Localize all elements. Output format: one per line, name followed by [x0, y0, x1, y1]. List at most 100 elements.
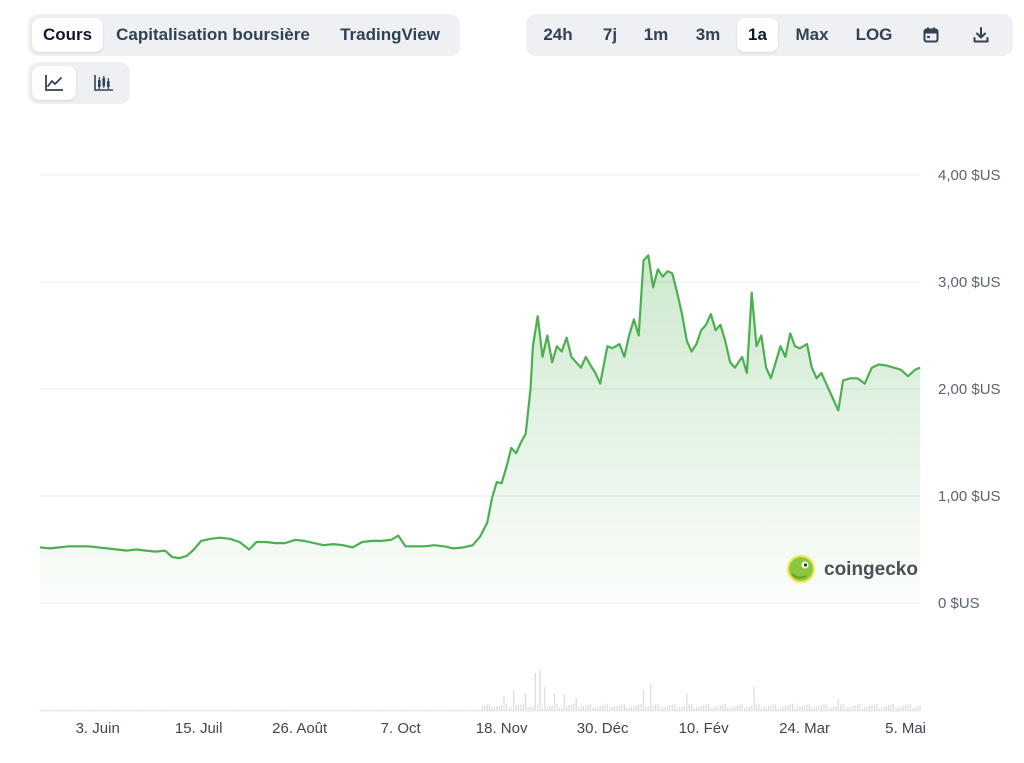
volume-bar	[416, 709, 419, 711]
volume-bar	[715, 706, 717, 711]
volume-bar	[186, 709, 188, 711]
volume-bar	[811, 708, 813, 711]
volume-bar	[695, 707, 697, 711]
volume-bar	[755, 704, 758, 711]
volume-bar	[917, 706, 919, 711]
volume-bar	[383, 709, 385, 711]
volume-bar	[751, 705, 753, 711]
volume-bar	[106, 709, 108, 711]
volume-bar	[347, 709, 349, 711]
volume-bar	[378, 709, 380, 711]
volume-bar	[662, 707, 664, 711]
volume-bar	[183, 709, 185, 711]
volume-bar	[544, 687, 546, 711]
volume-bar	[563, 694, 565, 711]
volume-bar	[880, 707, 883, 711]
volume-bar	[63, 709, 65, 711]
volume-bar	[835, 705, 837, 711]
volume-bar	[813, 707, 815, 711]
volume-bar	[606, 703, 608, 711]
volume-bar	[428, 709, 431, 711]
volume-bar	[97, 709, 99, 711]
volume-bar	[166, 709, 168, 711]
volume-bar	[58, 709, 60, 711]
volume-bar	[743, 708, 746, 711]
volume-bar	[496, 706, 498, 711]
volume-bar	[895, 708, 897, 711]
volume-bar	[361, 709, 363, 711]
volume-bar	[844, 708, 847, 711]
volume-bar	[698, 706, 700, 711]
volume-bar	[529, 706, 532, 711]
volume-bar	[484, 705, 486, 711]
volume-bar	[154, 709, 156, 711]
volume-bar	[912, 708, 914, 711]
volume-bar	[376, 709, 378, 711]
volume-bar	[315, 709, 318, 711]
volume-bar	[342, 709, 344, 711]
volume-bar	[493, 707, 495, 711]
volume-bar	[885, 705, 887, 711]
x-axis: 3. Juin 15. Juil 26. Août 7. Oct 18. Nov 30. …	[76, 720, 926, 737]
volume-bar	[525, 693, 527, 711]
volume-bar	[772, 704, 774, 711]
volume-bar	[436, 709, 438, 711]
volume-bar	[866, 706, 868, 711]
volume-bar	[635, 705, 637, 711]
volume-bar	[150, 709, 152, 711]
volume-bar	[87, 709, 89, 711]
price-chart[interactable]: 4,00 $US 3,00 $US 2,00 $US 1,00 $US 0 $US 3.…	[0, 0, 1024, 763]
volume-bar	[214, 709, 217, 711]
volume-bar	[729, 707, 731, 711]
volume-bar	[287, 709, 289, 711]
volume-bar	[255, 709, 257, 711]
volume-bar	[739, 704, 741, 711]
volume-bar	[801, 705, 803, 711]
volume-bar	[546, 706, 548, 711]
price-area	[40, 255, 920, 604]
volume-bar	[303, 709, 306, 711]
volume-bar	[217, 709, 219, 711]
volume-bar	[424, 709, 426, 711]
volume-bar	[777, 708, 779, 711]
y-tick-label: 1,00 $US	[938, 488, 1001, 505]
volume-bar	[746, 707, 748, 711]
volume-bar	[176, 709, 178, 711]
volume-bar	[820, 705, 822, 711]
volume-bar	[611, 707, 613, 711]
volume-bar	[626, 708, 628, 711]
volume-bar	[77, 709, 80, 711]
y-tick-label: 0 $US	[938, 595, 980, 612]
volume-bar	[693, 708, 695, 711]
volume-bar	[633, 705, 635, 711]
volume-bar	[198, 709, 200, 711]
volume-bar	[876, 703, 878, 711]
volume-bar	[272, 709, 274, 711]
volume-bar	[260, 709, 262, 711]
volume-bar	[638, 704, 640, 711]
volume-bar	[92, 709, 94, 711]
volume-bar	[431, 709, 433, 711]
volume-bar	[782, 706, 784, 711]
volume-bar	[549, 705, 551, 711]
volume-bar	[325, 709, 327, 711]
volume-bar	[301, 709, 303, 711]
volume-bar	[907, 704, 909, 711]
volume-bar	[311, 709, 313, 711]
volume-bar	[101, 709, 104, 711]
volume-bar	[455, 709, 457, 711]
volume-bar	[513, 690, 515, 711]
volume-bar	[616, 705, 618, 711]
volume-bar	[787, 705, 789, 711]
volume-bar	[748, 706, 750, 711]
volume-bar	[753, 687, 755, 711]
volume-bar	[421, 709, 423, 711]
y-tick-label: 3,00 $US	[938, 274, 1001, 291]
volume-bar	[354, 709, 356, 711]
volume-bar	[68, 709, 70, 711]
volume-bar	[871, 705, 873, 711]
volume-bar	[299, 709, 301, 711]
volume-bar	[534, 673, 536, 711]
x-tick-label: 7. Oct	[381, 720, 422, 737]
volume-bar	[352, 709, 354, 711]
